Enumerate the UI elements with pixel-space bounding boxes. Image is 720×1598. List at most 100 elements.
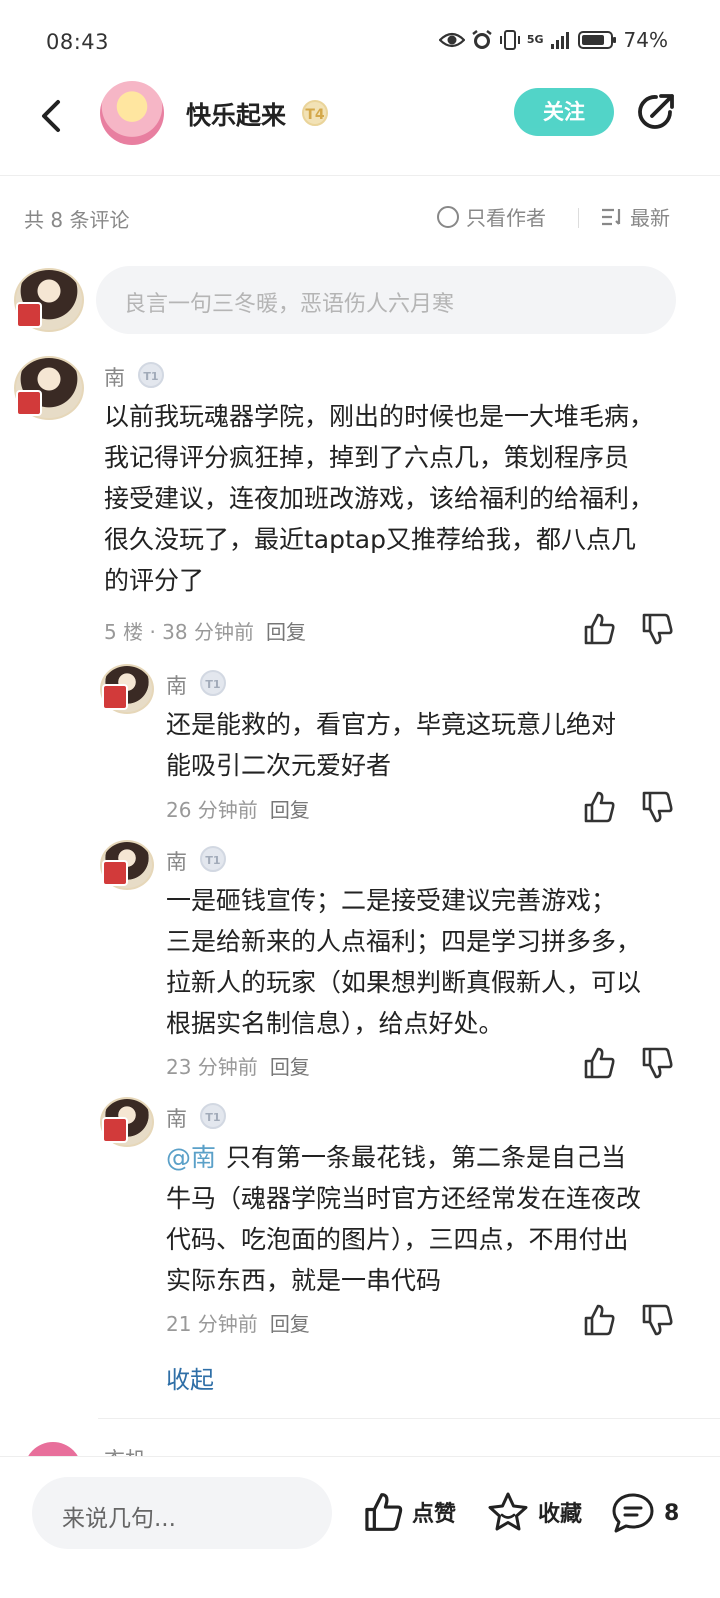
comment-text: 以前我玩魂器学院，刚出的时候也是一大堆毛病， 我记得评分疯狂掉，掉到了六点几，策…: [104, 396, 694, 601]
comment-line: 拉新人的玩家（如果想判断真假新人，可以: [166, 968, 642, 997]
battery-icon: [577, 31, 616, 49]
reply-button[interactable]: 回复: [270, 1312, 310, 1336]
reply-avatar[interactable]: [100, 664, 154, 714]
thumbs-down-icon: [642, 791, 673, 823]
status-icons: 5G 74%: [438, 28, 668, 52]
reply-name[interactable]: 南: [166, 670, 187, 700]
back-button[interactable]: [30, 94, 74, 138]
dislike-button[interactable]: [640, 612, 674, 646]
mention-link[interactable]: @南: [166, 1143, 216, 1172]
divider: [578, 208, 579, 228]
reply-level-badge: T1: [200, 1103, 226, 1129]
commenter-level-badge: T1: [138, 362, 164, 388]
reply-time: 26 分钟前: [166, 798, 258, 822]
reply-button[interactable]: 回复: [266, 620, 306, 644]
collapse-replies-link[interactable]: 收起: [166, 1360, 214, 1395]
comment-line: 一是砸钱宣传；二是接受建议完善游戏；: [166, 886, 617, 915]
comment-input-placeholder: 良言一句三冬暖，恶语伤人六月寒: [124, 292, 455, 317]
comment-line: 还是能救的，看官方，毕竟这玩意儿绝对: [166, 710, 617, 739]
dislike-button[interactable]: [640, 1303, 674, 1337]
comment-time: 5 楼 · 38 分钟前: [104, 620, 254, 644]
favorite-button[interactable]: 收藏: [486, 1491, 582, 1533]
comments-count: 8: [664, 1500, 680, 1526]
signal-icon: [550, 32, 569, 49]
author-avatar[interactable]: [100, 81, 164, 145]
thumbs-up-icon: [584, 1304, 615, 1336]
battery-label: 74%: [623, 28, 668, 52]
eye-icon: [438, 32, 465, 48]
reply-level-badge: T1: [200, 670, 226, 696]
comments-button[interactable]: 8: [610, 1491, 679, 1535]
comment-line: 以前我玩魂器学院，刚出的时候也是一大堆毛病，: [104, 402, 655, 431]
share-icon: [638, 94, 674, 129]
only-author-label: 只看作者: [466, 206, 546, 230]
thumbs-down-icon: [642, 1304, 673, 1336]
commenter-avatar[interactable]: [14, 356, 84, 420]
next-comment-peek: 衣机: [0, 1436, 720, 1458]
chevron-left-icon: [42, 100, 60, 132]
like-button[interactable]: [582, 790, 616, 824]
reply-text: @南 只有第一条最花钱，第二条是自己当 牛马（魂器学院当时官方还经常发在连夜改 代…: [166, 1137, 696, 1301]
reply-button[interactable]: 回复: [270, 1055, 310, 1079]
status-time: 08:43: [46, 30, 110, 54]
radio-icon: [437, 205, 459, 228]
reply-meta: 21 分钟前 回复: [166, 1308, 310, 1337]
comment-line: 实际东西，就是一串代码: [166, 1266, 442, 1295]
only-author-toggle[interactable]: 只看作者: [436, 202, 546, 231]
reply-avatar[interactable]: [100, 1097, 154, 1147]
status-bar: 08:43 5G 74%: [0, 0, 720, 80]
reply-level-badge: T1: [200, 846, 226, 872]
like-post-button[interactable]: 点赞: [362, 1491, 456, 1533]
reply-meta: 23 分钟前 回复: [166, 1051, 310, 1080]
alarm-icon: [472, 30, 492, 49]
reply-text: 还是能救的，看官方，毕竟这玩意儿绝对 能吸引二次元爱好者: [166, 704, 696, 786]
separator: [98, 1418, 720, 1419]
dislike-button[interactable]: [640, 1046, 674, 1080]
reply-text: 一是砸钱宣传；二是接受建议完善游戏； 三是给新来的人点福利；四是学习拼多多， 拉…: [166, 880, 696, 1044]
network-label: 5G: [526, 33, 544, 46]
comment-line: 能吸引二次元爱好者: [166, 751, 392, 780]
reply-meta: 26 分钟前 回复: [166, 794, 310, 823]
sort-icon: [602, 208, 621, 225]
reply-avatar[interactable]: [100, 840, 154, 890]
comment-toolbar: 共 8 条评论 只看作者 最新: [0, 196, 720, 240]
sort-button[interactable]: 最新: [600, 202, 670, 231]
thumbs-up-icon: [365, 1493, 403, 1531]
commenter-name[interactable]: 南: [104, 362, 125, 392]
comment-input[interactable]: 良言一句三冬暖，恶语伤人六月寒: [96, 266, 676, 334]
sort-label: 最新: [630, 206, 670, 230]
comment-bubble-icon: [612, 1493, 654, 1533]
comment-line: 我记得评分疯狂掉，掉到了六点几，策划程序员: [104, 443, 630, 472]
bottom-input-placeholder: 来说几句...: [62, 1506, 176, 1532]
dislike-button[interactable]: [640, 790, 674, 824]
author-name[interactable]: 快乐起来: [186, 96, 286, 132]
reply-button[interactable]: 回复: [270, 798, 310, 822]
thumbs-down-icon: [642, 613, 673, 645]
comment-line: 三是给新来的人点福利；四是学习拼多多，: [166, 927, 642, 956]
favorite-label: 收藏: [538, 1502, 583, 1527]
reply-name[interactable]: 南: [166, 1103, 187, 1133]
thumbs-up-icon: [584, 613, 615, 645]
like-button[interactable]: [582, 1303, 616, 1337]
star-icon: [488, 1492, 528, 1531]
comment-line: 根据实名制信息），给点好处。: [166, 1009, 504, 1038]
like-button[interactable]: [582, 612, 616, 646]
reply-time: 23 分钟前: [166, 1055, 258, 1079]
comment-line: 牛马（魂器学院当时官方还经常发在连夜改: [166, 1184, 642, 1213]
thumbs-down-icon: [642, 1047, 673, 1079]
thumbs-up-icon: [584, 1047, 615, 1079]
comment-line: 很久没玩了，最近taptap又推荐给我，都八点几: [104, 525, 636, 554]
like-button[interactable]: [582, 1046, 616, 1080]
comment-line: 的评分了: [104, 566, 205, 595]
follow-button[interactable]: 关注: [514, 88, 614, 136]
my-avatar: [14, 268, 84, 332]
bottom-comment-input[interactable]: 来说几句...: [32, 1477, 332, 1549]
comment-line: 只有第一条最花钱，第二条是自己当: [226, 1143, 627, 1172]
thumbs-up-icon: [584, 791, 615, 823]
author-level-badge: T4: [302, 100, 328, 126]
reply-time: 21 分钟前: [166, 1312, 258, 1336]
vibrate-icon: [499, 30, 520, 50]
comment-meta: 5 楼 · 38 分钟前 回复: [104, 616, 306, 645]
share-button[interactable]: [634, 90, 678, 134]
reply-name[interactable]: 南: [166, 846, 187, 876]
